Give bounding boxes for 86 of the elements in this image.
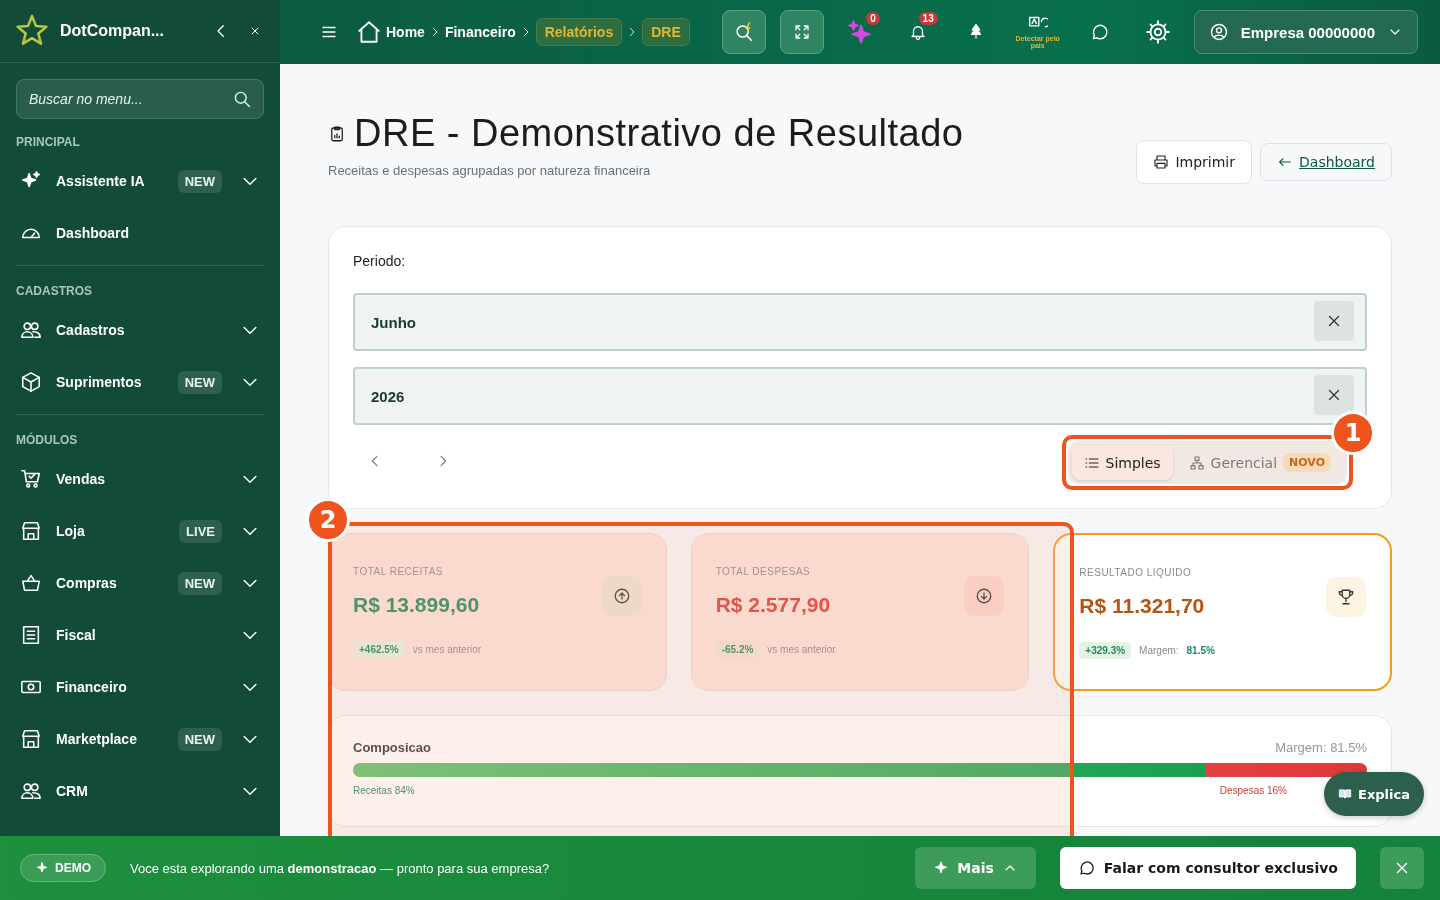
store-icon bbox=[20, 728, 42, 750]
chat-bubble-icon bbox=[1077, 859, 1096, 877]
sidebar-item[interactable]: Vendas bbox=[0, 453, 280, 505]
explain-button[interactable]: Explica bbox=[1324, 772, 1424, 816]
count-badge: 0 bbox=[866, 12, 880, 25]
demo-message: Voce esta explorando uma demonstracao — pronto para sua empresa? bbox=[130, 860, 551, 876]
count-badge: 13 bbox=[918, 12, 938, 25]
user-circle-icon bbox=[1208, 22, 1229, 42]
sidebar-item[interactable]: Fiscal bbox=[0, 609, 280, 661]
menu-badge: NEW bbox=[177, 727, 222, 751]
section-heading: PRINCIPAL bbox=[15, 134, 81, 151]
fullscreen-button[interactable] bbox=[779, 10, 824, 54]
sidebar-item[interactable]: CRM bbox=[0, 765, 280, 817]
period-field[interactable]: Junho bbox=[353, 293, 1367, 351]
menu-search-field[interactable]: Buscar no menu... bbox=[16, 79, 264, 119]
arrow-up-circle-icon bbox=[612, 587, 631, 605]
trophy-icon bbox=[1337, 588, 1355, 606]
sidebar-item[interactable]: Suprimentos NEW bbox=[0, 356, 280, 408]
section-heading: MÓDULOS bbox=[15, 431, 79, 449]
sidebar-item[interactable]: Assistente IA NEW bbox=[0, 155, 280, 207]
page-subtitle: Receitas e despesas agrupadas por natureza financeira bbox=[328, 163, 652, 178]
composition-title: Composicao bbox=[353, 740, 431, 755]
comparison-note: vs mes anterior bbox=[767, 644, 836, 655]
stat-value: R$ 11.321,70 bbox=[1079, 594, 1205, 618]
new-badge: NOVO bbox=[1283, 453, 1331, 472]
company-selector[interactable]: Empresa 00000000 bbox=[1193, 10, 1418, 54]
bell-icon bbox=[908, 23, 927, 41]
income-share: Receitas 84% bbox=[353, 785, 415, 796]
change-badge: +329.3% bbox=[1079, 642, 1132, 659]
arrow-down-circle-icon bbox=[975, 587, 994, 605]
sparkle-icon bbox=[35, 861, 49, 875]
menu-badge: NEW bbox=[177, 571, 222, 595]
menu-badge: NEW bbox=[177, 370, 222, 394]
quick-search-button[interactable] bbox=[721, 10, 766, 54]
store-icon bbox=[20, 520, 42, 542]
assistant-button[interactable]: 0 bbox=[837, 10, 882, 54]
receipt-icon bbox=[20, 624, 42, 646]
margin-value: 81.5% bbox=[1186, 645, 1215, 656]
sidebar-item[interactable]: Compras NEW bbox=[0, 557, 280, 609]
settings-icon bbox=[1144, 19, 1171, 45]
printer-icon bbox=[1153, 154, 1170, 170]
expense-share: Despesas 16% bbox=[1219, 785, 1287, 796]
stat-value: R$ 2.577,90 bbox=[715, 593, 831, 617]
tour-step-badge: 1 bbox=[1331, 411, 1375, 455]
brand-name: DotCompan... bbox=[60, 22, 165, 40]
breadcrumb-link[interactable]: Home bbox=[386, 24, 425, 40]
clear-button[interactable] bbox=[1314, 375, 1354, 415]
cart-icon bbox=[20, 468, 42, 490]
dashboard-link[interactable]: Dashboard bbox=[1260, 143, 1392, 181]
sparkle-icon bbox=[933, 860, 950, 876]
book-icon bbox=[1338, 787, 1353, 801]
stat-label: TOTAL DESPESAS bbox=[715, 566, 811, 577]
stat-value: R$ 13.899,60 bbox=[353, 593, 480, 617]
sidebar-item[interactable]: Cadastros bbox=[0, 304, 280, 356]
sidebar-item[interactable]: Dashboard bbox=[0, 207, 280, 259]
sidebar-item[interactable]: Financeiro bbox=[0, 661, 280, 713]
menu-badge: LIVE bbox=[179, 519, 222, 543]
tour-step-badge: 2 bbox=[306, 498, 350, 542]
stat-label: RESULTADO LIQUIDO bbox=[1079, 567, 1192, 578]
users-icon bbox=[20, 780, 42, 802]
print-button[interactable]: Imprimir bbox=[1136, 140, 1253, 184]
demo-badge: DEMO bbox=[20, 854, 106, 882]
view-tab[interactable]: Simples bbox=[1071, 445, 1173, 480]
stat-label: TOTAL RECEITAS bbox=[353, 566, 443, 577]
comparison-note: Margem: bbox=[1139, 645, 1179, 656]
sidebar-item[interactable]: Loja LIVE bbox=[0, 505, 280, 557]
notifications-button[interactable]: 13 bbox=[895, 10, 940, 54]
page-title: DRE - Demonstrativo de Resultado bbox=[354, 112, 964, 155]
comparison-note: vs mes anterior bbox=[412, 644, 482, 655]
consultant-button[interactable]: Falar com consultor exclusivo bbox=[1059, 847, 1356, 889]
users-icon bbox=[20, 319, 42, 341]
change-badge: -65.2% bbox=[715, 641, 760, 658]
sidebar-item[interactable]: Marketplace NEW bbox=[0, 713, 280, 765]
expand-icon bbox=[792, 23, 811, 41]
section-heading: CADASTROS bbox=[15, 283, 93, 300]
home-icon bbox=[356, 19, 382, 45]
change-badge: +462.5% bbox=[353, 641, 405, 658]
period-label: Periodo: bbox=[353, 253, 407, 269]
breadcrumb-link[interactable]: Financeiro bbox=[444, 24, 516, 40]
cube-icon bbox=[20, 371, 42, 393]
hierarchy-icon bbox=[1188, 454, 1205, 471]
clipboard-chart-icon bbox=[328, 124, 346, 143]
menu-badge: NEW bbox=[177, 169, 222, 193]
margin-label: Margem: 81.5% bbox=[1275, 740, 1367, 755]
search-icon bbox=[232, 89, 252, 109]
basket-icon bbox=[20, 572, 42, 594]
